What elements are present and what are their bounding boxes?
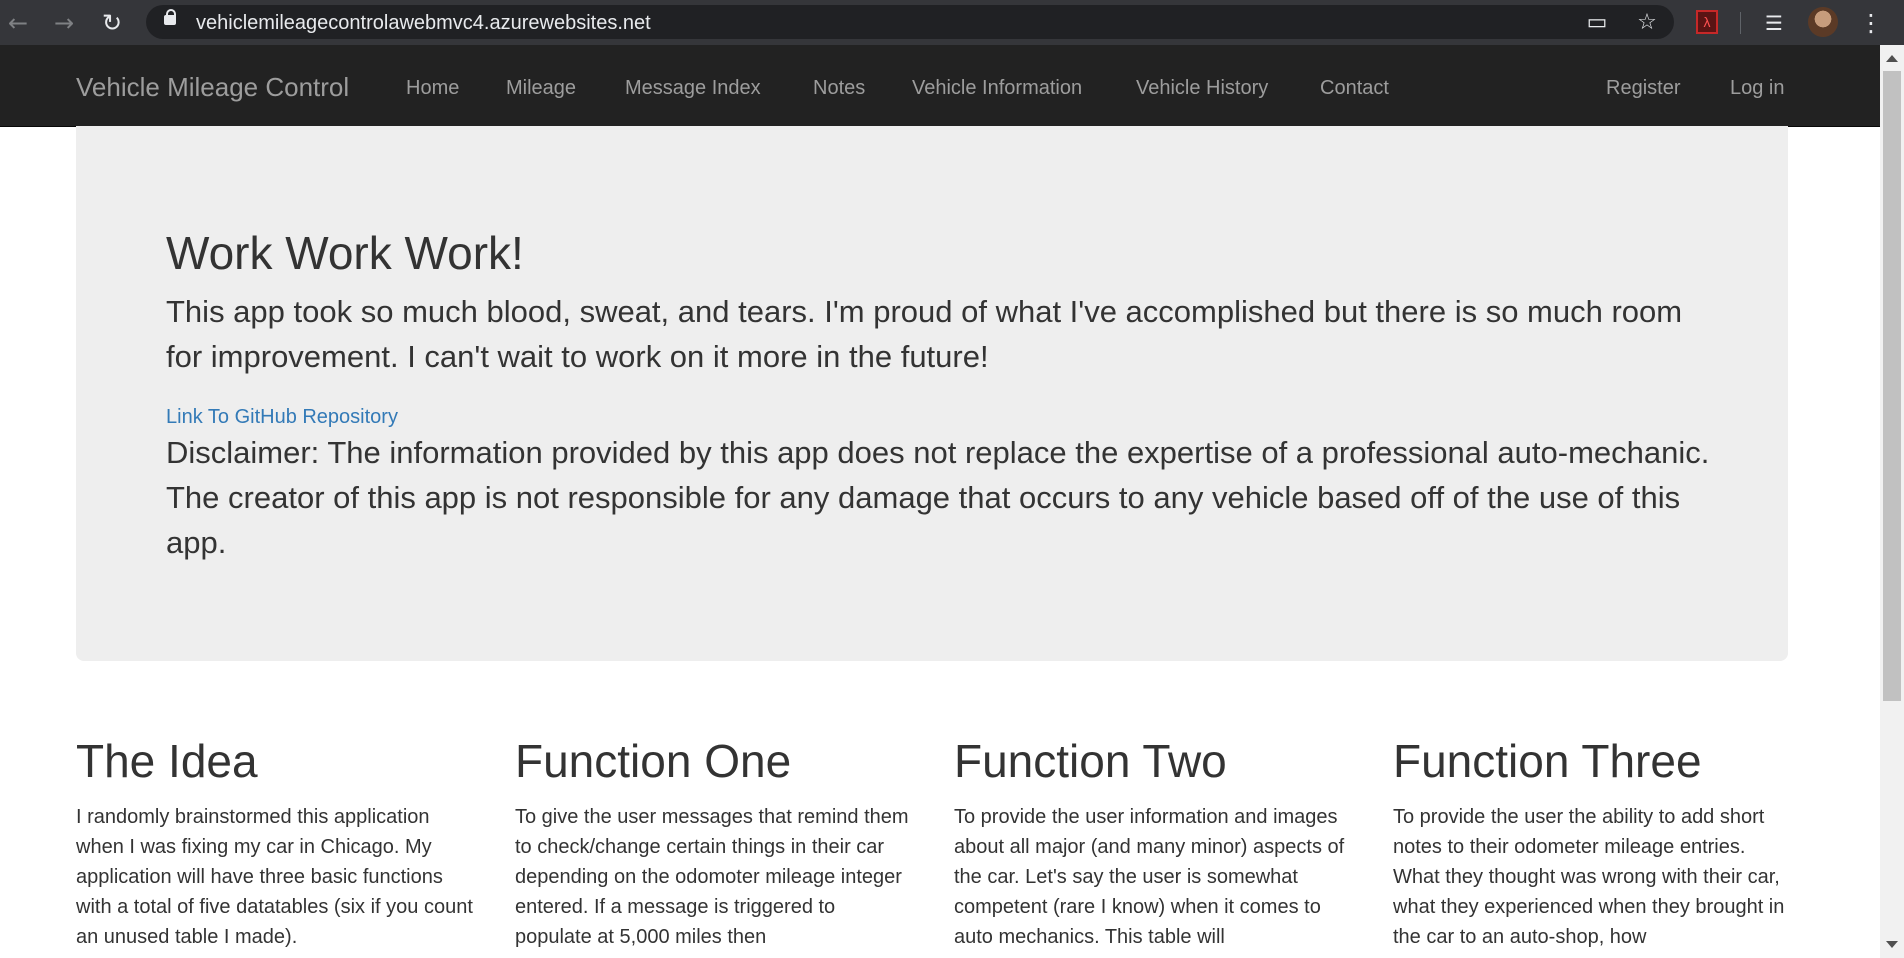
column-text: To provide the user the ability to add s… — [1393, 806, 1785, 948]
column-text: To give the user messages that remind th… — [515, 806, 909, 948]
column-function-one: Function One To give the user messages t… — [515, 728, 915, 948]
nav-login[interactable]: Log in — [1730, 77, 1785, 100]
scrollbar-thumb[interactable] — [1883, 71, 1901, 701]
scroll-down-icon[interactable] — [1886, 941, 1898, 948]
star-icon[interactable]: ☆ — [1632, 7, 1662, 37]
column-heading: Function Two — [954, 735, 1227, 787]
pdf-extension-icon[interactable]: λ — [1696, 10, 1718, 34]
reload-icon[interactable]: ↻ — [96, 7, 128, 39]
column-heading: The Idea — [76, 735, 258, 787]
disclaimer-text: Disclaimer: The information provided by … — [166, 435, 1710, 560]
browser-toolbar: ← → ↻ vehiclemileagecontrolawebmvc4.azur… — [0, 0, 1904, 45]
nav-vehicle-information[interactable]: Vehicle Information — [912, 77, 1082, 100]
column-text: To provide the user information and imag… — [954, 806, 1345, 948]
jumbotron: Work Work Work! This app took so much bl… — [76, 126, 1788, 661]
column-idea: The Idea I randomly brainstormed this ap… — [76, 728, 476, 948]
page-title: Work Work Work! — [166, 227, 524, 279]
nav-register[interactable]: Register — [1606, 77, 1680, 100]
navbar-brand[interactable]: Vehicle Mileage Control — [76, 72, 349, 103]
lead-text: This app took so much blood, sweat, and … — [166, 294, 1683, 374]
nav-mileage[interactable]: Mileage — [506, 77, 576, 100]
column-text: I randomly brainstormed this application… — [76, 806, 473, 948]
site-navbar: Vehicle Mileage Control Home Mileage Mes… — [0, 45, 1880, 127]
column-function-two: Function Two To provide the user informa… — [954, 728, 1354, 948]
scroll-up-icon[interactable] — [1886, 55, 1898, 62]
media-queue-icon[interactable]: ☰ — [1758, 7, 1790, 39]
more-vertical-icon[interactable]: ⋮ — [1855, 7, 1887, 39]
url-text[interactable]: vehiclemileagecontrolawebmvc4.azurewebsi… — [196, 12, 651, 35]
nav-home[interactable]: Home — [406, 77, 459, 100]
column-heading: Function Three — [1393, 735, 1702, 787]
nav-message-index[interactable]: Message Index — [625, 77, 761, 100]
column-heading: Function One — [515, 735, 792, 787]
lock-icon[interactable] — [164, 9, 176, 25]
nav-contact[interactable]: Contact — [1320, 77, 1389, 100]
nav-vehicle-history[interactable]: Vehicle History — [1136, 77, 1268, 100]
github-repository-link[interactable]: Link To GitHub Repository — [166, 406, 398, 429]
nav-notes[interactable]: Notes — [813, 77, 865, 100]
cast-icon[interactable]: ▭ — [1582, 7, 1612, 37]
arrow-left-icon[interactable]: ← — [2, 7, 34, 39]
arrow-right-icon[interactable]: → — [48, 7, 80, 39]
toolbar-divider — [1740, 12, 1741, 34]
column-function-three: Function Three To provide the user the a… — [1393, 728, 1793, 948]
page-scrollbar[interactable] — [1880, 45, 1904, 958]
address-bar[interactable]: vehiclemileagecontrolawebmvc4.azurewebsi… — [146, 5, 1674, 39]
avatar[interactable] — [1808, 7, 1838, 37]
